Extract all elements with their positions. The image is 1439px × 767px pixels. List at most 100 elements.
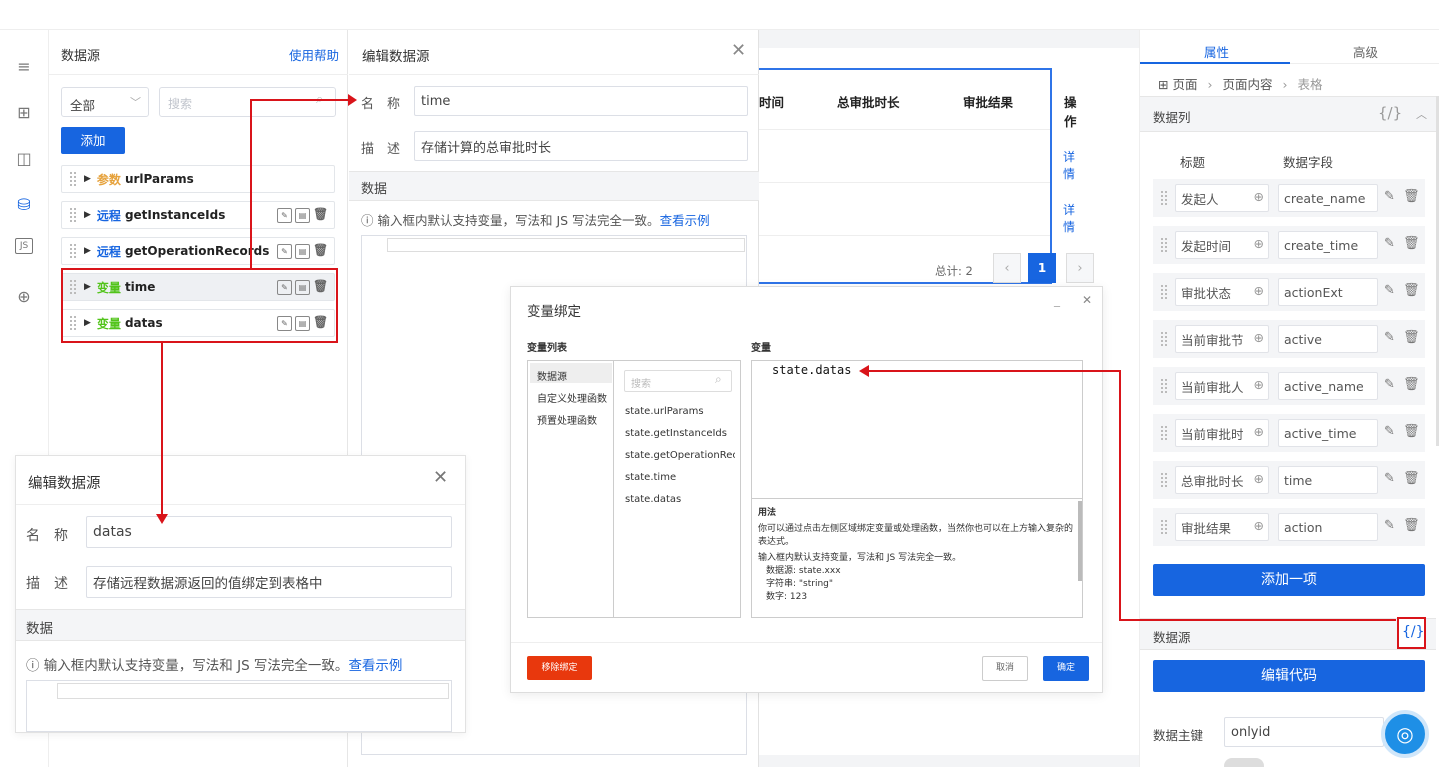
caret-right-icon[interactable]: ▶ (84, 174, 91, 184)
column-title-input[interactable]: 发起人 ⊕ (1175, 184, 1269, 212)
var-item[interactable]: state.getInstanceIds (625, 428, 727, 439)
collapse-icon[interactable]: ︿ (1416, 106, 1427, 122)
column-field-input[interactable]: active (1278, 325, 1378, 353)
delete-icon[interactable]: 🗑 (1403, 283, 1420, 298)
help-chat-icon[interactable]: ◎ (1381, 710, 1429, 758)
delete-icon[interactable]: 🗑 (1403, 189, 1420, 204)
column-title-input[interactable]: 当前审批人 ⊕ (1175, 372, 1269, 400)
column-title-input[interactable]: 审批状态 ⊕ (1175, 278, 1269, 306)
help-link[interactable]: 使用帮助 (289, 45, 339, 64)
copy-icon[interactable]: ▤ (295, 208, 310, 223)
var-item[interactable]: state.time (625, 472, 676, 483)
js-icon[interactable]: JS (15, 238, 33, 254)
drag-handle-icon[interactable] (70, 208, 76, 222)
close-icon[interactable]: ✕ (433, 467, 448, 488)
delete-icon[interactable]: 🗑 (313, 244, 328, 259)
edit-icon[interactable]: ✎ (1384, 236, 1395, 251)
drag-handle-icon[interactable] (1161, 426, 1167, 440)
expression-editor[interactable]: state.datas 用法 你可以通过点击左侧区域绑定变量或处理函数，当然你也… (751, 360, 1083, 618)
edit-icon[interactable]: ✎ (277, 208, 292, 223)
datasource-item[interactable]: ▶ 远程 getOperationRecords ✎ ▤ 🗑 (61, 237, 335, 265)
example-link[interactable]: 查看示例 (660, 213, 710, 228)
column-title-input[interactable]: 发起时间 ⊕ (1175, 231, 1269, 259)
globe-icon[interactable]: ⊕ (1254, 236, 1264, 251)
datasource-item[interactable]: ▶ 参数 urlParams (61, 165, 335, 193)
delete-icon[interactable]: 🗑 (1403, 236, 1420, 251)
column-field-input[interactable]: time (1278, 466, 1378, 494)
data-editor[interactable] (26, 680, 452, 732)
var-item[interactable]: state.urlParams (625, 406, 704, 417)
detail-link[interactable]: 详情 (1063, 201, 1075, 235)
layout-icon[interactable]: ◫ (12, 146, 36, 170)
drag-handle-icon[interactable] (1161, 520, 1167, 534)
remove-binding-button[interactable]: 移除绑定 (527, 656, 592, 680)
drag-handle-icon[interactable] (1161, 285, 1167, 299)
var-item[interactable]: state.datas (625, 494, 681, 505)
add-datasource-button[interactable]: 添加 (61, 127, 125, 154)
toggle-switch[interactable] (1224, 758, 1264, 767)
column-field-input[interactable]: actionExt (1278, 278, 1378, 306)
next-page-icon[interactable]: › (1066, 253, 1094, 283)
edit-icon[interactable]: ✎ (1384, 518, 1395, 533)
components-icon[interactable]: ⊞ (12, 100, 36, 124)
delete-icon[interactable]: 🗑 (1403, 330, 1420, 345)
page-number[interactable]: 1 (1028, 253, 1056, 283)
globe-icon[interactable]: ⊕ (1253, 377, 1264, 392)
name-input[interactable]: time (414, 86, 748, 116)
var-search[interactable]: 搜索 ⌕ (624, 370, 732, 392)
ok-button[interactable]: 确定 (1043, 656, 1089, 681)
delete-icon[interactable]: 🗑 (1403, 377, 1420, 392)
crumb-item[interactable]: 页面 (1172, 77, 1197, 92)
edit-icon[interactable]: ✎ (1384, 283, 1395, 298)
name-input[interactable]: datas (86, 516, 452, 548)
example-link[interactable]: 查看示例 (348, 658, 402, 674)
datasource-item[interactable]: ▶ 远程 getInstanceIds ✎ ▤ 🗑 (61, 201, 335, 229)
category-item[interactable]: 数据源 (530, 363, 612, 383)
drag-handle-icon[interactable] (70, 172, 76, 186)
column-field-input[interactable]: active_time (1278, 419, 1378, 447)
edit-icon[interactable]: ✎ (1384, 330, 1395, 345)
edit-icon[interactable]: ✎ (1384, 377, 1395, 392)
edit-icon[interactable]: ✎ (1384, 189, 1395, 204)
outline-icon[interactable]: ≡ (12, 54, 36, 78)
caret-right-icon[interactable]: ▶ (84, 210, 91, 220)
delete-icon[interactable]: 🗑 (1403, 424, 1420, 439)
column-field-input[interactable]: create_name (1278, 184, 1378, 212)
edit-icon[interactable]: ✎ (277, 244, 292, 259)
close-icon[interactable]: ✕ (1082, 293, 1092, 307)
var-item[interactable]: state.getOperationReco... (625, 450, 735, 461)
delete-icon[interactable]: 🗑 (313, 208, 328, 223)
column-title-input[interactable]: 当前审批时 ⊕ (1175, 419, 1269, 447)
globe-icon[interactable]: ⊕ (1254, 189, 1264, 204)
detail-link[interactable]: 详情 (1063, 148, 1075, 182)
close-icon[interactable]: ✕ (731, 40, 746, 61)
prev-page-icon[interactable]: ‹ (993, 253, 1021, 283)
copy-icon[interactable]: ▤ (295, 244, 310, 259)
add-column-button[interactable]: 添加一项 (1153, 564, 1425, 596)
column-title-input[interactable]: 当前审批节 ⊕ (1175, 325, 1269, 353)
drag-handle-icon[interactable] (70, 244, 76, 258)
table-widget[interactable]: 时间 总审批时长 审批结果 操作 详情 详情 总计: 2 ‹ 1 › (749, 68, 1094, 284)
category-item[interactable]: 自定义处理函数 (537, 390, 607, 405)
tab-advanced[interactable]: 高级 (1353, 42, 1378, 61)
edit-icon[interactable]: ✎ (1384, 424, 1395, 439)
drag-handle-icon[interactable] (1161, 191, 1167, 205)
tab-props[interactable]: 属性 (1204, 42, 1229, 61)
globe-icon[interactable]: ⊕ (1253, 424, 1264, 439)
code-bind-button[interactable]: {/} (1397, 617, 1426, 649)
drag-handle-icon[interactable] (1161, 238, 1167, 252)
drag-handle-icon[interactable] (1161, 332, 1167, 346)
category-item[interactable]: 预置处理函数 (537, 412, 597, 427)
globe-icon[interactable]: ⊕ (1254, 283, 1264, 298)
globe-icon[interactable]: ⊕ (1254, 518, 1264, 533)
desc-input[interactable]: 存储远程数据源返回的值绑定到表格中 (86, 566, 452, 598)
code-toggle-icon[interactable]: {/} (1378, 104, 1402, 122)
crumb-item[interactable]: 页面内容 (1222, 77, 1272, 92)
key-input[interactable]: onlyid (1224, 717, 1384, 747)
cancel-button[interactable]: 取消 (982, 656, 1028, 681)
datasource-search[interactable]: 搜索 ⌕ (159, 87, 336, 117)
delete-icon[interactable]: 🗑 (1403, 518, 1420, 533)
column-title-input[interactable]: 审批结果 ⊕ (1175, 513, 1269, 541)
column-field-input[interactable]: action (1278, 513, 1378, 541)
column-field-input[interactable]: create_time (1278, 231, 1378, 259)
